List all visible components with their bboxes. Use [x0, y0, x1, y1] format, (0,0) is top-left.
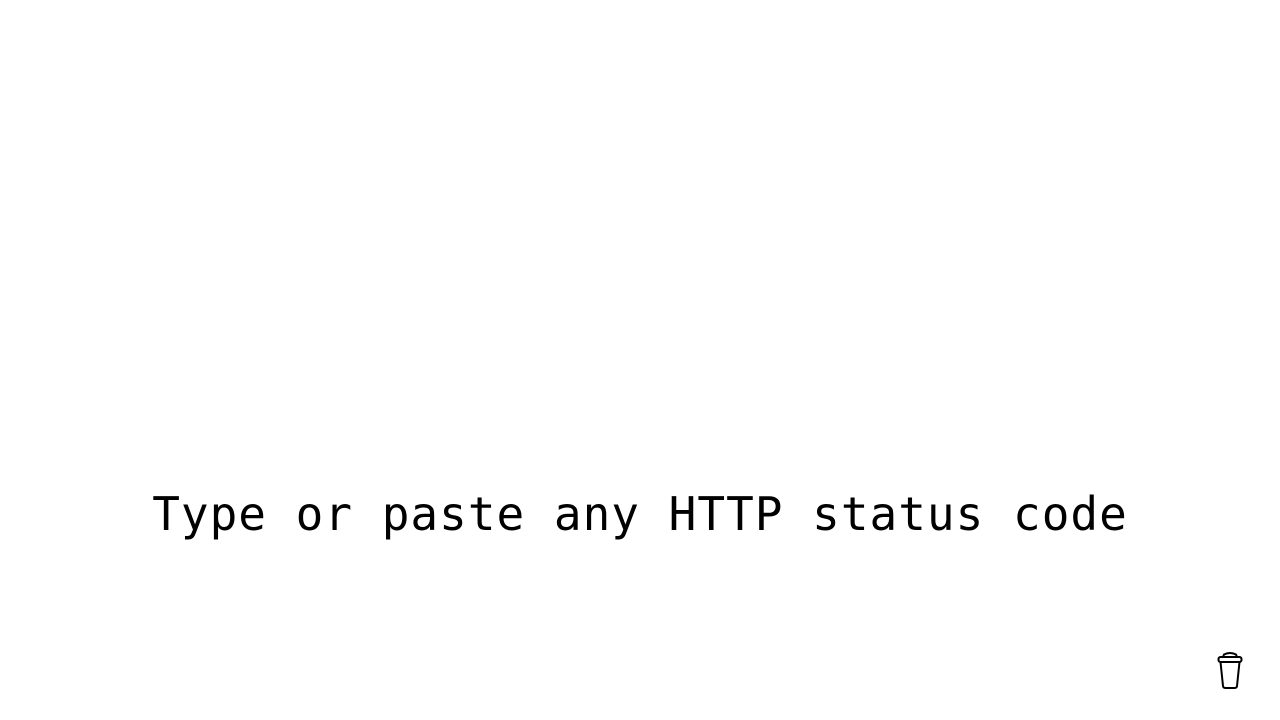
- buy-me-a-coffee-link[interactable]: [1213, 650, 1247, 690]
- coffee-cup-icon: [1217, 652, 1243, 689]
- status-code-prompt: Type or paste any HTTP status code: [152, 487, 1128, 541]
- page: Type or paste any HTTP status code: [0, 0, 1280, 720]
